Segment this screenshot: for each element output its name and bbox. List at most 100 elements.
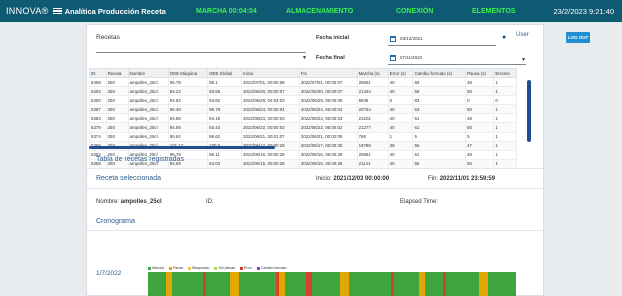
table-cell: 93.55 [207, 86, 243, 97]
table-cell: 2022/06/23, 00:00:03 [241, 113, 300, 124]
table-cell: 5408 [89, 76, 107, 88]
table-cell: ampolles_25cl [127, 95, 169, 106]
table-cell: 768 [356, 131, 389, 142]
col-header[interactable]: Fin [298, 68, 358, 78]
table-cell: 250 [105, 104, 129, 115]
inicio-field: Inicio: 2021/12/03 00:00:00 [316, 176, 389, 182]
table-header-row: ID Receta Nombre OEE Máquina OEE Global … [89, 68, 517, 78]
col-header[interactable]: Cambio formato (s) [412, 68, 467, 78]
table-row[interactable]: 5404 250 ampolles_25cl 94.24 93.55 2022/06/30… [89, 86, 517, 97]
table-cell: 250 [105, 86, 129, 97]
timeline-segment [312, 272, 340, 296]
col-header[interactable]: ID [89, 68, 107, 78]
nav-almacenamiento[interactable]: ALMACENAMIENTO [286, 0, 353, 22]
fin-value: 2022/11/01 23:59:59 [439, 176, 496, 182]
col-header[interactable]: Pausa (s) [465, 68, 495, 78]
calendar-icon[interactable] [390, 36, 396, 42]
legend-swatch [168, 266, 172, 270]
timeline-segment [148, 272, 167, 296]
cronograma-title: Cronograma [96, 218, 135, 225]
table-row[interactable]: 5379 250 ampolles_25cl 94.06 93.43 2022/06/22… [89, 122, 517, 133]
logout-button[interactable]: LOG OUT [566, 32, 590, 43]
col-header[interactable]: Receta [105, 68, 129, 78]
table-cell: 0 [493, 95, 517, 106]
legend-swatch [239, 266, 243, 270]
table-cell: 94.06 [167, 122, 209, 133]
nav-elementos[interactable]: ELEMENTOS [472, 0, 515, 22]
table-cell: 2022/06/22, 00:00:02 [241, 122, 300, 133]
table-row[interactable]: 5383 250 ampolles_25cl 94.85 94.18 2022/06/23… [89, 113, 517, 124]
hamburger-menu-icon[interactable] [52, 7, 62, 15]
user-icon[interactable]: ● [502, 34, 506, 41]
recetas-label: Recetas [96, 34, 120, 41]
table-cell: 94.24 [167, 86, 209, 97]
table-cell: 250 [105, 122, 129, 133]
table-cell: 94.82 [207, 95, 243, 106]
table-cell: 53 [412, 104, 467, 115]
table-row[interactable]: 5408 250 ampolles_25cl 95.78 95.1 2022/07/01,… [89, 76, 517, 88]
table-cell: 94.82 [167, 95, 209, 106]
table-horizontal-scrollbar[interactable] [89, 146, 275, 149]
col-header[interactable]: OEE Global [207, 68, 243, 78]
table-cell: 1 [493, 140, 517, 151]
table-cell: 2022/07/01, 00:00:07 [298, 76, 358, 88]
calendar-icon[interactable] [390, 55, 396, 61]
table-cell: 61 [412, 113, 467, 124]
nav-conexion[interactable]: CONEXIÓN [396, 0, 433, 22]
table-cell: ampolles_25cl [127, 104, 169, 115]
table-cell: 50 [465, 104, 495, 115]
table-cell: 40 [387, 122, 414, 133]
legend-label: Error [243, 266, 252, 270]
col-header[interactable]: OEE Máquina [167, 68, 209, 78]
timeline-segment [205, 272, 231, 296]
fin-label: Fin: [428, 176, 439, 182]
legend-item: Error [239, 266, 252, 270]
logout-label: LOG OUT [567, 35, 589, 40]
table-cell: 19786 [356, 140, 389, 151]
fecha-final-chevron-down-icon[interactable]: ▼ [521, 57, 526, 63]
col-header[interactable]: Error (s) [387, 68, 414, 78]
app-title: Analítica Producción Receta [64, 6, 166, 16]
table-cell: 1 [493, 104, 517, 115]
legend-item: Bloqueado [188, 266, 209, 270]
legend-label: Cambio formato [260, 266, 287, 270]
inicio-value: 2021/12/03 00:00:00 [333, 176, 390, 182]
col-header[interactable]: Inicio [241, 68, 300, 78]
col-header[interactable]: Nombre [127, 68, 169, 78]
fecha-final-input[interactable]: 07/11/2022 [400, 55, 422, 60]
table-cell: 2022/06/21, 00:02:05 [298, 131, 358, 142]
table-cell: 250 [105, 113, 129, 124]
recipes-table: ID Receta Nombre OEE Máquina OEE Global … [89, 68, 517, 169]
table-cell: 1 [493, 122, 517, 133]
timeline-segment [284, 272, 307, 296]
legend-swatch [148, 266, 151, 270]
user-label: User [516, 32, 529, 38]
divider [87, 230, 543, 231]
clock: 23/2/2023 9:21:40 [553, 6, 614, 16]
col-header[interactable]: Marcha (s) [356, 68, 389, 78]
table-cell: 48 [465, 76, 495, 88]
table-row[interactable]: 5387 250 ampolles_25cl 96.48 95.79 2022/06/24… [89, 104, 517, 115]
table-cell: 50 [465, 86, 495, 97]
recetas-select[interactable] [96, 52, 306, 53]
timeline-segment [445, 272, 480, 296]
table-cell: 40 [387, 149, 414, 160]
table-cell: 250 [105, 76, 129, 88]
table-row[interactable]: 5400 250 ampolles_25cl 94.82 94.82 2022/06/29… [89, 95, 517, 106]
table-cell: 2022/06/16, 06:00:29 [298, 149, 358, 160]
table-cell: 61 [412, 149, 467, 160]
timeline-segment [339, 272, 349, 296]
table-cell: 2022/06/17, 06:00:30 [298, 140, 358, 151]
app-logo: INNOVA® [6, 6, 49, 16]
fecha-final-label: Fecha final [316, 55, 345, 61]
table-cell: 86.62 [207, 131, 243, 142]
table-row[interactable]: 5374 250 ampolles_25cl 86.62 86.62 2022/06/21… [89, 131, 517, 142]
fecha-inicial-input[interactable]: 03/12/2021 [400, 36, 423, 41]
recetas-chevron-down-icon[interactable]: ▼ [302, 55, 307, 61]
table-vertical-scrollbar[interactable] [527, 80, 531, 142]
nav-marcha[interactable]: MARCHA 00:04:04 [196, 0, 257, 22]
col-header[interactable]: Errores [493, 68, 517, 78]
table-cell: 2022/07/01, 00:00:08 [241, 76, 300, 88]
elapsed-label: Elapsed Time: [400, 199, 439, 205]
table-cell: 1 [493, 149, 517, 160]
